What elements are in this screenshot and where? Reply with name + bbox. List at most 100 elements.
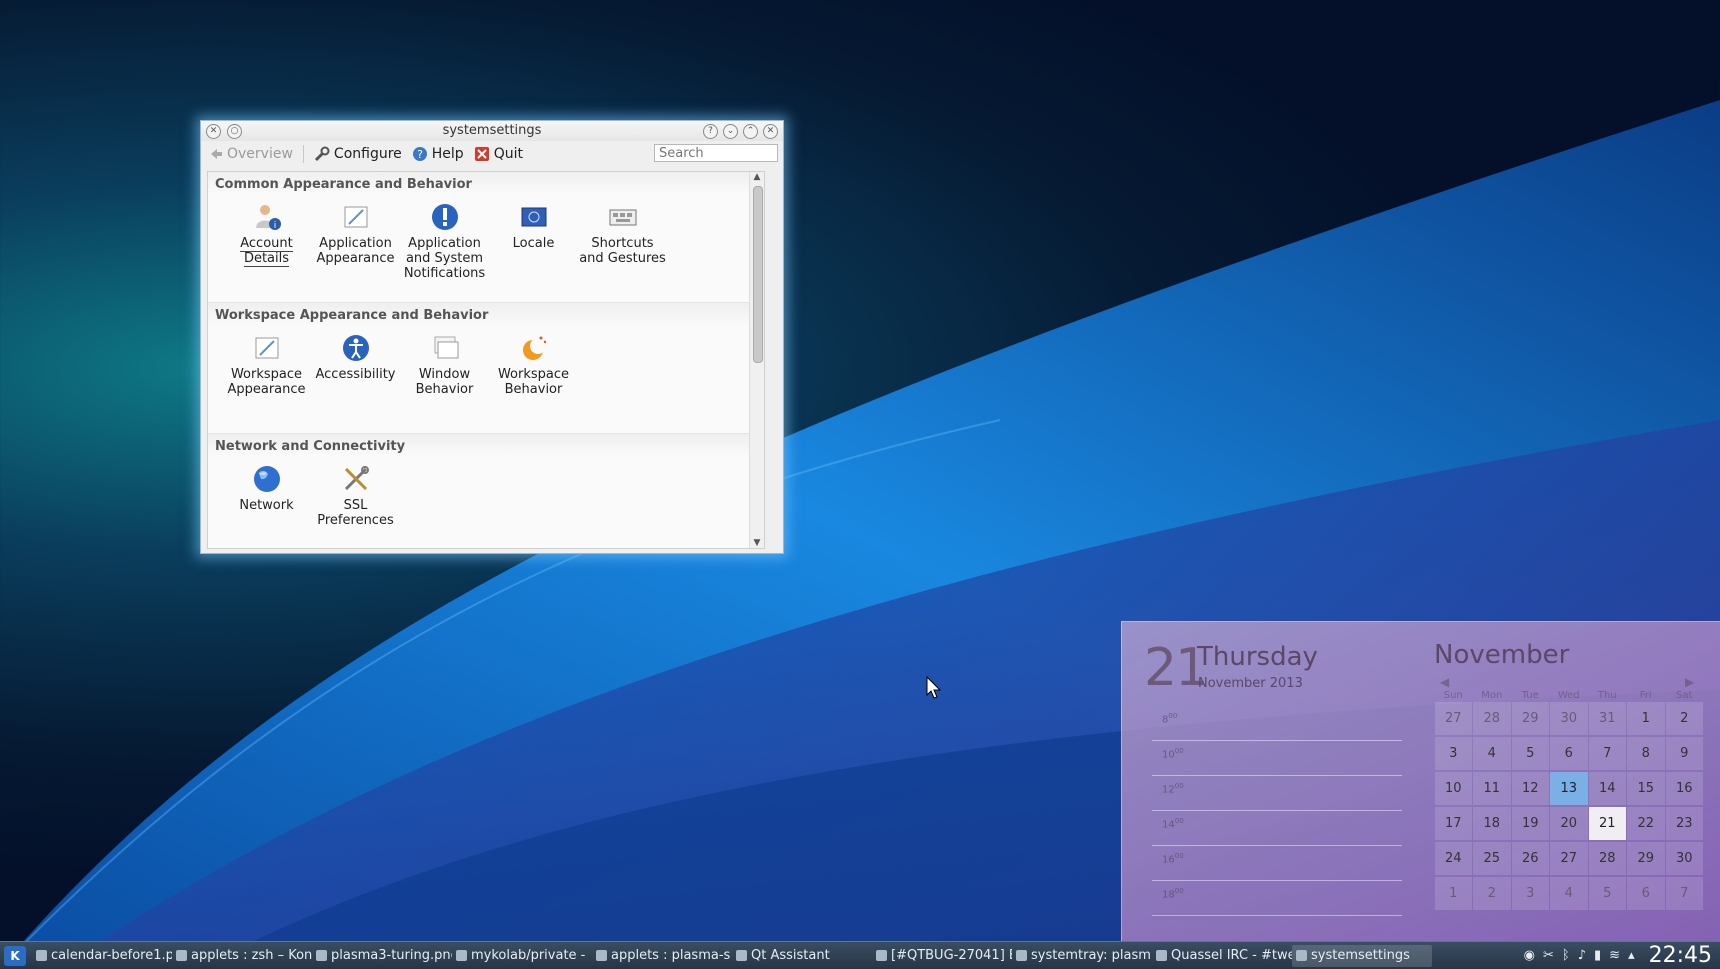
task-app-icon [1016,950,1027,961]
scroll-down-icon[interactable]: ▼ [750,538,764,548]
weekday-header: Sun Mon Tue Wed Thu Fri Sat [1434,690,1704,701]
calendar-day[interactable]: 12 [1511,772,1549,805]
tray-expand-icon[interactable]: ▴ [1628,948,1635,963]
module-application-appearance[interactable]: Application Appearance [311,202,400,281]
calendar-day[interactable]: 18 [1473,807,1511,840]
calendar-day[interactable]: 1 [1434,877,1472,910]
taskbar-task[interactable]: systemsettings [1292,944,1432,967]
calendar-day[interactable]: 28 [1473,702,1511,735]
calendar-day[interactable]: 13 [1550,772,1588,805]
calendar-day[interactable]: 31 [1588,702,1626,735]
window-titlebar[interactable]: ✕ ○ systemsettings ? ⌄ ⌃ ✕ [201,121,783,141]
calendar-widget: 21 Thursday November 2013 800 1000 1200 140… [1121,621,1720,942]
close-icon[interactable]: ✕ [763,124,778,139]
calendar-day[interactable]: 2 [1665,702,1703,735]
category-header: Workspace Appearance and Behavior [208,303,764,326]
overview-button[interactable]: Overview [207,146,293,162]
back-arrow-icon [207,146,223,162]
calendar-day[interactable]: 21 [1588,807,1626,840]
calendar-day[interactable]: 6 [1627,877,1665,910]
calendar-day[interactable]: 22 [1627,807,1665,840]
module-network[interactable]: Network [222,464,311,528]
help-button[interactable]: ? Help [412,146,464,162]
calendar-day[interactable]: 26 [1511,842,1549,875]
calendar-day[interactable]: 29 [1627,842,1665,875]
calendar-day[interactable]: 30 [1550,702,1588,735]
notifications-icon[interactable]: ◉ [1524,948,1535,963]
calendar-day[interactable]: 8 [1627,737,1665,770]
calendar-day[interactable]: 1 [1627,702,1665,735]
calendar-day[interactable]: 16 [1665,772,1703,805]
configure-button[interactable]: Configure [314,146,402,162]
calendar-day[interactable]: 20 [1550,807,1588,840]
systemsettings-window[interactable]: ✕ ○ systemsettings ? ⌄ ⌃ ✕ Overview Conf… [200,120,784,554]
minimize-icon[interactable]: ⌄ [723,124,738,139]
module-notifications[interactable]: Application and System Notifications [400,202,489,281]
month-grid: Sun Mon Tue Wed Thu Fri Sat 27 28 29 30 31 1 2 3 4 5 6 7 8… [1434,690,1704,911]
calendar-day[interactable]: 28 [1588,842,1626,875]
calendar-day[interactable]: 27 [1434,702,1472,735]
module-workspace-behavior[interactable]: Workspace Behavior [489,333,578,397]
taskbar-task[interactable]: systemtray: plasm [1012,945,1152,967]
calendar-day[interactable]: 5 [1511,737,1549,770]
module-window-behavior[interactable]: Window Behavior [400,333,489,397]
quit-button[interactable]: Quit [474,146,523,162]
svg-text:?: ? [417,148,423,161]
module-accessibility[interactable]: Accessibility [311,333,400,397]
application-launcher-button[interactable]: K [4,945,26,966]
prev-month-icon[interactable]: ◀ [1440,675,1449,689]
vertical-scrollbar[interactable]: ▲ ▼ [749,172,764,548]
calendar-day[interactable]: 24 [1434,842,1472,875]
calendar-day[interactable]: 3 [1511,877,1549,910]
volume-icon[interactable]: ♪ [1578,948,1586,963]
calendar-day[interactable]: 30 [1665,842,1703,875]
module-workspace-appearance[interactable]: Workspace Appearance [222,333,311,397]
calendar-day[interactable]: 17 [1434,807,1472,840]
scroll-up-icon[interactable]: ▲ [750,172,764,182]
bluetooth-icon[interactable]: ᛒ [1562,948,1570,963]
taskbar-task[interactable]: [#QTBUG-27041] E [872,945,1012,967]
calendar-day[interactable]: 23 [1665,807,1703,840]
taskbar-task[interactable]: applets : zsh – Kon [172,945,312,967]
calendar-day[interactable]: 11 [1473,772,1511,805]
calendar-day[interactable]: 9 [1665,737,1703,770]
calendar-day[interactable]: 29 [1511,702,1549,735]
calendar-day[interactable]: 6 [1550,737,1588,770]
task-label: calendar-before1.p [51,948,172,963]
taskbar-task[interactable]: Quassel IRC - #twe [1152,945,1292,967]
calendar-day[interactable]: 7 [1588,737,1626,770]
taskbar-task[interactable]: plasma3-turing.pnc [312,945,452,967]
search-input[interactable] [654,144,778,162]
calendar-day[interactable]: 25 [1473,842,1511,875]
module-account-details[interactable]: i Account Details [222,202,311,281]
task-app-icon [596,950,607,961]
scrollbar-thumb[interactable] [753,186,763,363]
calendar-day[interactable]: 19 [1511,807,1549,840]
clock[interactable]: 22:45 [1649,943,1712,968]
clipboard-icon[interactable]: ✂ [1543,948,1554,963]
calendar-day[interactable]: 3 [1434,737,1472,770]
module-ssl-preferences[interactable]: SSL Preferences [311,464,400,528]
module-shortcuts[interactable]: Shortcuts and Gestures [578,202,667,281]
battery-icon[interactable]: ▮ [1594,948,1601,963]
calendar-day[interactable]: 15 [1627,772,1665,805]
calendar-day[interactable]: 10 [1434,772,1472,805]
module-locale[interactable]: Locale [489,202,578,281]
calendar-day[interactable]: 4 [1473,737,1511,770]
calendar-day[interactable]: 4 [1550,877,1588,910]
taskbar-task[interactable]: calendar-before1.p [32,945,172,967]
calendar-day[interactable]: 7 [1665,877,1703,910]
wifi-icon[interactable]: ≋ [1609,948,1620,963]
weekday-label: Mon [1481,690,1503,701]
module-label: and System [405,251,484,266]
taskbar-task[interactable]: mykolab/private - [452,945,592,967]
calendar-day[interactable]: 5 [1588,877,1626,910]
help-window-icon[interactable]: ? [703,124,718,139]
taskbar-task[interactable]: Qt Assistant [732,945,872,967]
next-month-icon[interactable]: ▶ [1685,675,1694,689]
calendar-day[interactable]: 14 [1588,772,1626,805]
calendar-day[interactable]: 2 [1473,877,1511,910]
maximize-icon[interactable]: ⌃ [743,124,758,139]
calendar-day[interactable]: 27 [1550,842,1588,875]
taskbar-task[interactable]: applets : plasma-s [592,945,732,967]
